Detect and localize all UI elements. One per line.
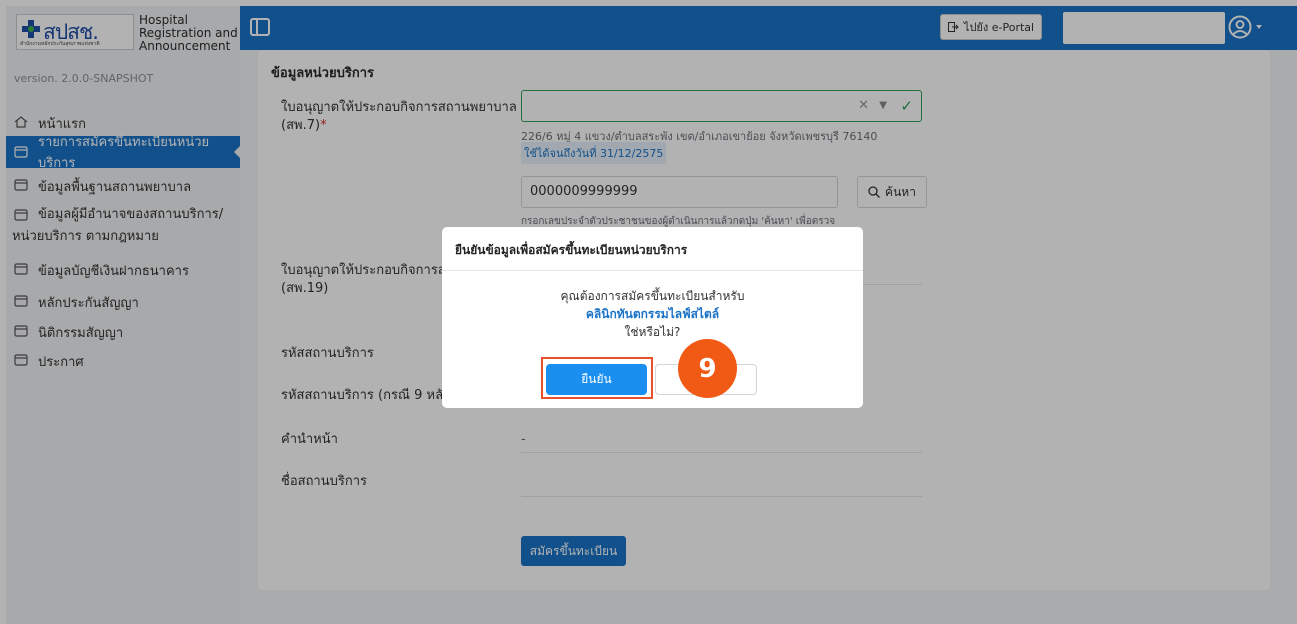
dialog-message-line3: ใช่หรือไม่? xyxy=(624,325,681,339)
dialog-divider xyxy=(442,270,863,271)
dialog-title: ยืนยันข้อมูลเพื่อสมัครขึ้นทะเบียนหน่วยบร… xyxy=(455,243,688,257)
step-number-badge: 9 xyxy=(678,339,737,398)
dialog-message-line1: คุณต้องการสมัครขึ้นทะเบียนสำหรับ xyxy=(560,289,745,303)
highlight-annotation xyxy=(541,357,653,399)
dialog-clinic-name: คลินิกทันตกรรมไลฟ์สไตล์ xyxy=(585,307,720,321)
